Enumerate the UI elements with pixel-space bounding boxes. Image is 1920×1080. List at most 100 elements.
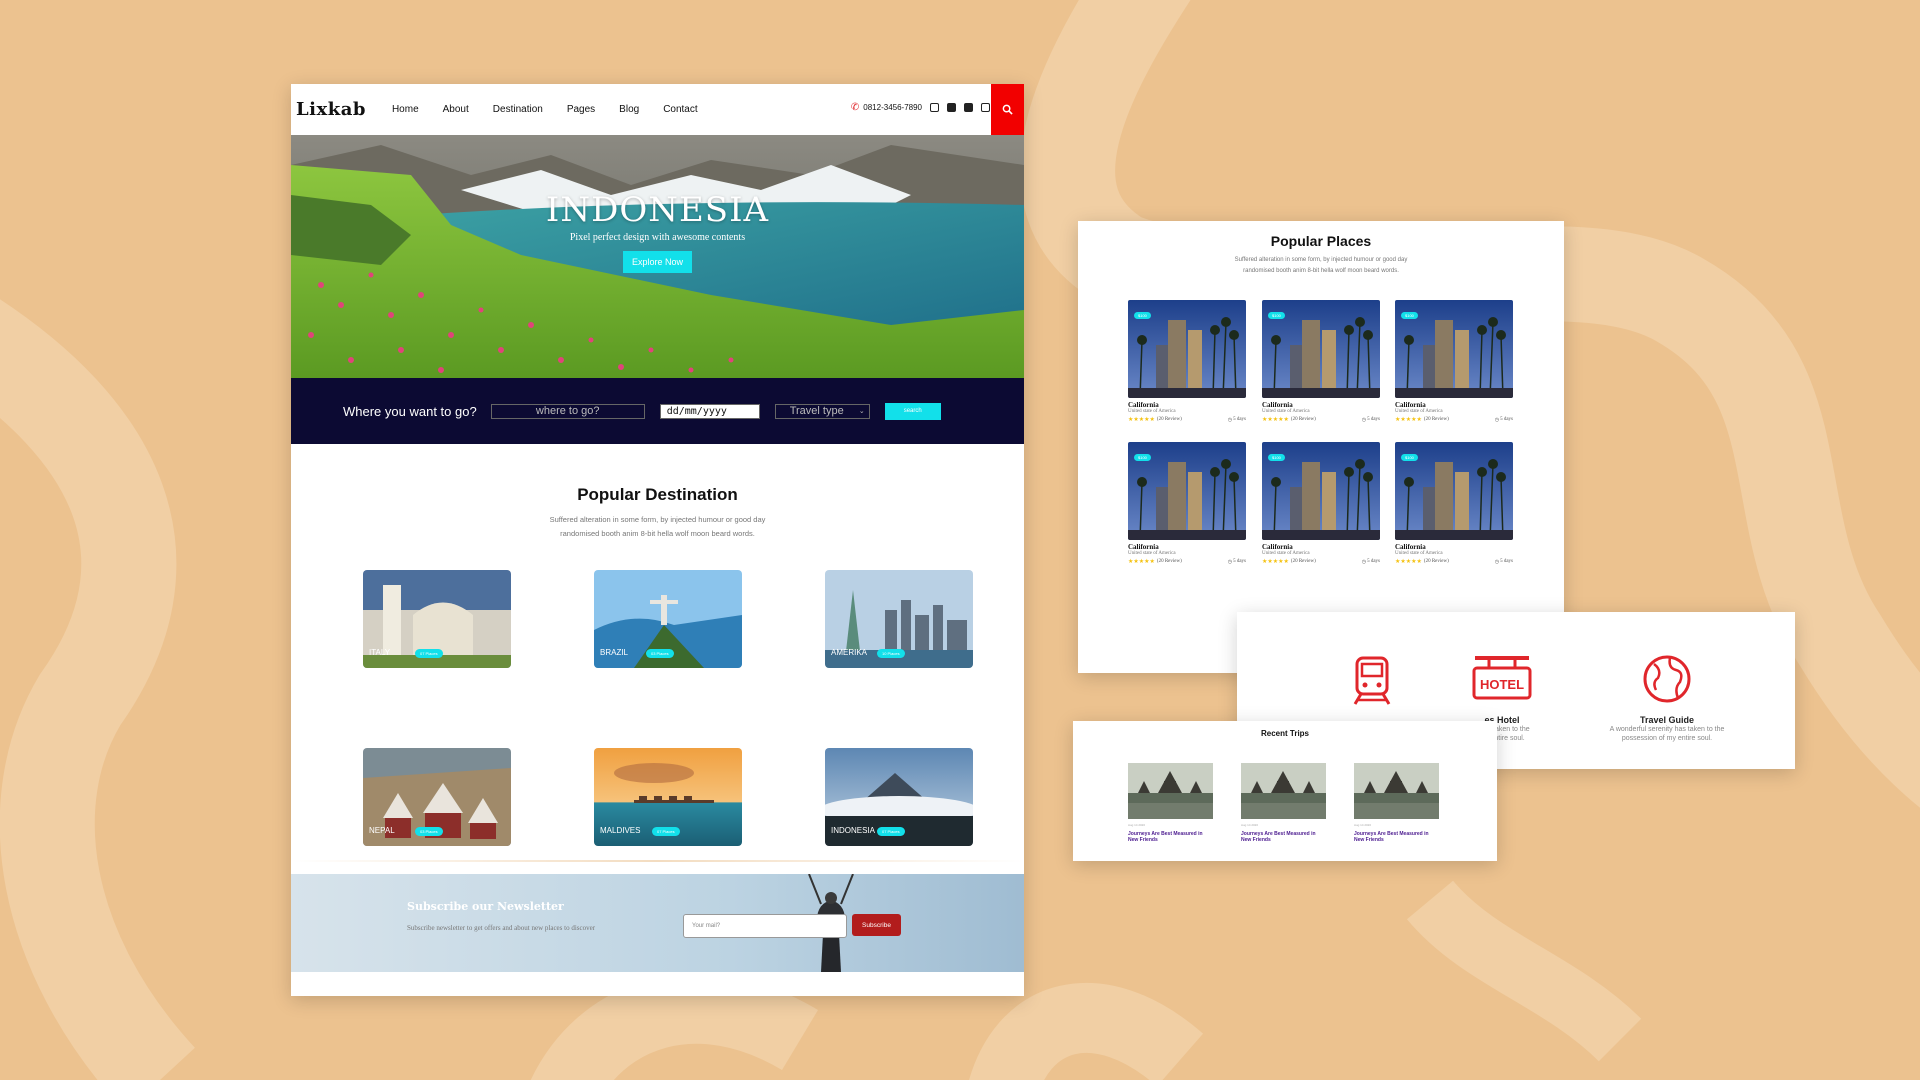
trip-title[interactable]: Journeys Are Best Measured in New Friends xyxy=(1241,831,1326,843)
newsletter-email-input[interactable]: Your mail? xyxy=(683,914,847,938)
trip-title[interactable]: Journeys Are Best Measured in New Friends xyxy=(1128,831,1213,843)
service-title: Travel Guide xyxy=(1639,715,1695,725)
places-badge: 07 Places xyxy=(877,827,905,836)
place-country: United state of America xyxy=(1262,551,1310,556)
clock-icon: ◷ xyxy=(1227,559,1233,565)
review-count: (20 Review) xyxy=(1156,417,1182,422)
main-landing-page: Lixkab Home About Destination Pages Blog… xyxy=(291,84,1024,996)
travel-type-select[interactable]: Travel type ⌄ xyxy=(774,403,870,419)
destination-card-nepal[interactable]: NEPAL 03 Places xyxy=(363,748,511,846)
destination-name: NEPAL xyxy=(369,826,395,835)
destination-name: ITALY xyxy=(369,648,391,657)
trip-duration: 5 days xyxy=(1500,559,1513,564)
hero-banner: INDONESIA Pixel perfect design with awes… xyxy=(291,135,1024,378)
hero-subtitle: Pixel perfect design with awesome conten… xyxy=(569,232,746,243)
nav-home[interactable]: Home xyxy=(392,104,419,115)
facebook-icon[interactable] xyxy=(964,103,973,112)
desc-line: randomised booth anim 8-bit hella wolf m… xyxy=(560,529,755,538)
destination-card-maldives[interactable]: MALDIVES 07 Places xyxy=(594,748,742,846)
trip-card[interactable]: Aug 14 2020 Journeys Are Best Measured in… xyxy=(1354,763,1439,843)
nav-about[interactable]: About xyxy=(443,104,469,115)
date-input[interactable]: dd/mm/yyyy xyxy=(659,403,760,419)
linkedin-icon[interactable] xyxy=(947,103,956,112)
subscribe-button[interactable]: Subscribe xyxy=(852,914,901,936)
search-button[interactable] xyxy=(991,84,1024,135)
destination-card-indonesia[interactable]: INDONESIA 07 Places xyxy=(825,748,973,846)
newsletter-desc: Subscribe newsletter to get offers and a… xyxy=(407,924,596,932)
place-country: United state of America xyxy=(1128,551,1176,556)
place-card[interactable]: $100 California United state of America ★★★… xyxy=(1262,442,1380,565)
pagoda-image xyxy=(1241,763,1326,819)
price-tag: $100 xyxy=(1268,312,1285,319)
trip-card[interactable]: Aug 14 2020 Journeys Are Best Measured in… xyxy=(1241,763,1326,843)
place-image: $100 xyxy=(1395,442,1513,540)
service-desc: A wonderful serenity has taken to the xyxy=(1609,726,1725,733)
trip-card[interactable]: Aug 14 2020 Journeys Are Best Measured in… xyxy=(1128,763,1213,843)
review-count: (20 Review) xyxy=(1156,559,1182,564)
place-country: United state of America xyxy=(1128,409,1176,414)
destination-card-amerika[interactable]: AMERIKA 10 Places xyxy=(825,570,973,668)
nav-contact[interactable]: Contact xyxy=(663,104,697,115)
email-icon[interactable] xyxy=(981,103,990,112)
destination-name: MALDIVES xyxy=(600,826,641,835)
place-name: California xyxy=(1395,401,1426,409)
star-rating: ★★★★★ xyxy=(1262,417,1289,423)
clock-icon: ◷ xyxy=(1494,559,1500,565)
recent-trips-title: Recent Trips xyxy=(1260,729,1309,738)
explore-now-button[interactable]: Explore Now xyxy=(622,251,693,273)
place-card[interactable]: $100 California United state of America ★★★… xyxy=(1395,442,1513,565)
destination-card-brazil[interactable]: BRAZIL 03 Places xyxy=(594,570,742,668)
place-image: $100 xyxy=(1128,300,1246,398)
nav-menu: Home About Destination Pages Blog Contac… xyxy=(380,104,710,115)
chevron-down-icon: ⌄ xyxy=(858,408,865,415)
phone-icon: ✆ xyxy=(850,102,860,113)
nav-blog[interactable]: Blog xyxy=(619,104,639,115)
places-badge: 03 Places xyxy=(646,649,674,658)
place-meta: ★★★★★ (20 Review) ◷ 5 days xyxy=(1128,416,1246,423)
trip-duration: 5 days xyxy=(1500,417,1513,422)
brand-logo[interactable]: Lixkab xyxy=(296,99,366,120)
globe-icon xyxy=(1643,655,1691,703)
place-country: United state of America xyxy=(1395,409,1443,414)
place-name: California xyxy=(1128,543,1159,551)
phone-number[interactable]: 0812-3456-7890 xyxy=(863,103,922,112)
trip-title-line: New Friends xyxy=(1354,837,1384,843)
nav-pages[interactable]: Pages xyxy=(567,104,595,115)
desc-line: randomised booth anim 8-bit hella wolf m… xyxy=(1243,268,1399,274)
place-card[interactable]: $100 California United state of America ★★★… xyxy=(1128,442,1246,565)
review-count: (20 Review) xyxy=(1290,559,1316,564)
star-rating: ★★★★★ xyxy=(1128,417,1155,423)
popular-destination-title: Popular Destination xyxy=(577,485,738,504)
trip-title-line: New Friends xyxy=(1241,837,1271,843)
review-count: (20 Review) xyxy=(1423,417,1449,422)
trip-search-bar: Where you want to go? where to go? dd/mm… xyxy=(291,378,1024,444)
search-submit-button[interactable]: search xyxy=(884,402,941,420)
place-card[interactable]: $100 California United state of America ★★★… xyxy=(1128,300,1246,423)
hero-title: INDONESIA xyxy=(545,190,770,230)
place-name: California xyxy=(1262,543,1293,551)
recent-trips-window: Recent Trips Aug 14 2020 Journeys Are Bes… xyxy=(1073,721,1497,861)
place-card[interactable]: $100 California United state of America ★★★… xyxy=(1395,300,1513,423)
place-meta: ★★★★★ (20 Review) ◷ 5 days xyxy=(1395,558,1513,565)
place-name: California xyxy=(1128,401,1159,409)
star-rating: ★★★★★ xyxy=(1262,559,1289,565)
train-icon xyxy=(1353,656,1391,705)
popular-destination-header: Popular Destination Suffered alteration … xyxy=(291,484,1024,541)
search-label: Where you want to go? xyxy=(343,403,477,419)
clock-icon: ◷ xyxy=(1361,559,1367,565)
place-meta: ★★★★★ (20 Review) ◷ 5 days xyxy=(1395,416,1513,423)
newsletter-title: Subscribe our Newsletter xyxy=(407,900,564,913)
destination-card-italy[interactable]: ITALY 07 Places xyxy=(363,570,511,668)
navbar: Lixkab Home About Destination Pages Blog… xyxy=(291,84,1024,135)
clock-icon: ◷ xyxy=(1494,417,1500,423)
trip-title[interactable]: Journeys Are Best Measured in New Friends xyxy=(1354,831,1439,843)
place-country: United state of America xyxy=(1262,409,1310,414)
trip-title-line: New Friends xyxy=(1128,837,1158,843)
travel-type-value: Travel type xyxy=(789,405,844,417)
where-input[interactable]: where to go? xyxy=(490,403,645,419)
trip-date: Aug 14 2020 xyxy=(1241,823,1259,827)
instagram-icon[interactable] xyxy=(930,103,939,112)
review-count: (20 Review) xyxy=(1290,417,1316,422)
nav-destination[interactable]: Destination xyxy=(493,104,543,115)
place-card[interactable]: $100 California United state of America ★★★… xyxy=(1262,300,1380,423)
